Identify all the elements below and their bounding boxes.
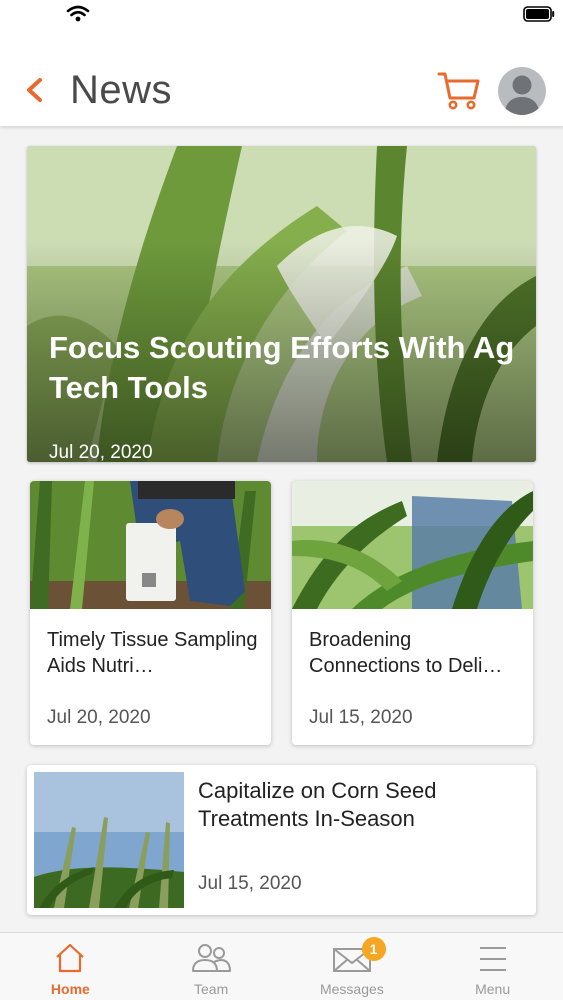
featured-article-date: Jul 20, 2020: [49, 442, 153, 462]
tab-messages[interactable]: 1 Messages: [282, 933, 423, 1000]
article-date: Jul 15, 2020: [198, 873, 302, 894]
article-card[interactable]: Capitalize on Corn Seed Treatments In-Se…: [27, 765, 536, 915]
tab-label: Team: [194, 981, 229, 997]
tab-bar: Home Team 1 Messages Menu: [0, 932, 563, 1000]
app-header: News: [0, 60, 563, 126]
article-card[interactable]: Broadening Connections to Deli… Jul 15, …: [292, 481, 533, 745]
article-title: Broadening Connections to Deli…: [309, 629, 503, 677]
article-card[interactable]: Timely Tissue Sampling Aids Nutri… Jul 2…: [30, 481, 271, 745]
article-title: Capitalize on Corn Seed Treatments In-Se…: [198, 778, 437, 831]
featured-article-card[interactable]: Focus Scouting Efforts With Ag Tech Tool…: [27, 146, 536, 462]
wifi-icon: [66, 5, 90, 22]
tab-home[interactable]: Home: [0, 933, 141, 1000]
tab-label: Menu: [475, 981, 511, 997]
article-thumbnail: [30, 481, 271, 609]
battery-icon: [523, 6, 555, 22]
article-thumbnail: [292, 481, 533, 609]
home-icon: [56, 943, 85, 973]
article-date: Jul 20, 2020: [47, 707, 151, 728]
tab-label: Messages: [319, 981, 384, 997]
user-avatar[interactable]: [498, 67, 546, 115]
article-date: Jul 15, 2020: [309, 707, 413, 728]
featured-article-title: Focus Scouting Efforts With Ag Tech Tool…: [49, 330, 515, 405]
tab-team[interactable]: Team: [141, 933, 282, 1000]
chevron-left-icon[interactable]: [20, 74, 52, 106]
status-bar: [0, 0, 563, 40]
team-icon: [192, 944, 232, 972]
news-feed: Focus Scouting Efforts With Ag Tech Tool…: [0, 126, 563, 932]
unread-badge: 1: [361, 937, 386, 961]
tab-label: Home: [50, 981, 90, 997]
cart-icon[interactable]: [436, 68, 482, 114]
tab-menu[interactable]: Menu: [422, 933, 563, 1000]
article-title: Timely Tissue Sampling Aids Nutri…: [47, 629, 258, 677]
page-title: News: [70, 68, 173, 112]
menu-icon: [479, 947, 506, 971]
article-thumbnail: [34, 772, 184, 908]
user-avatar-icon: [504, 75, 540, 115]
